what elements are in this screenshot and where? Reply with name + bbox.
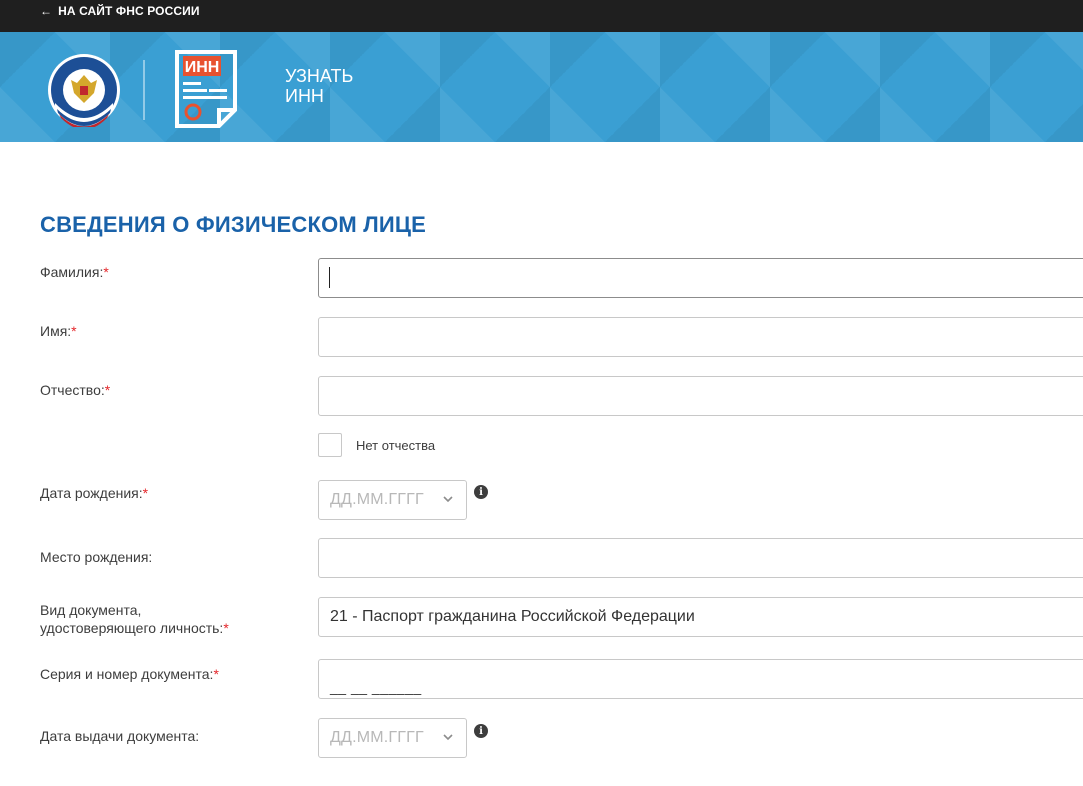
back-link-label: НА САЙТ ФНС РОССИИ xyxy=(58,3,200,18)
birth-place-input[interactable] xyxy=(318,538,1083,578)
doc-number-label: Серия и номер документа:* xyxy=(40,665,219,683)
info-glyph: i xyxy=(479,725,483,737)
doc-type-label-line2: удостоверяющего личность: xyxy=(40,620,224,636)
top-bar: ← НА САЙТ ФНС РОССИИ xyxy=(0,0,1083,32)
patronymic-label-text: Отчество: xyxy=(40,382,105,398)
service-header: ИНН УЗНАТЬ ИНН xyxy=(0,32,1083,142)
birth-date-picker[interactable]: ДД.ММ.ГГГГ xyxy=(318,480,467,520)
required-mark: * xyxy=(213,666,219,682)
name-label: Имя:* xyxy=(40,322,77,340)
birth-date-label-text: Дата рождения: xyxy=(40,485,143,501)
chevron-down-icon xyxy=(443,496,453,503)
back-to-fns-link[interactable]: ← НА САЙТ ФНС РОССИИ xyxy=(40,0,200,21)
service-title-line2: ИНН xyxy=(285,86,324,106)
patronymic-label: Отчество:* xyxy=(40,381,110,399)
no-patronymic-label[interactable]: Нет отчества xyxy=(356,438,435,453)
doc-type-label: Вид документа, удостоверяющего личность:… xyxy=(40,601,229,637)
issue-date-placeholder: ДД.ММ.ГГГГ xyxy=(330,729,424,746)
doc-type-label-line1: Вид документа, xyxy=(40,602,142,618)
doc-number-mask: __ __ ______ xyxy=(330,679,422,695)
birth-place-label: Место рождения: xyxy=(40,548,152,566)
section-title: СВЕДЕНИЯ О ФИЗИЧЕСКОМ ЛИЦЕ xyxy=(40,212,427,237)
doc-number-input[interactable] xyxy=(318,659,1083,699)
name-input[interactable] xyxy=(318,317,1083,357)
chevron-down-icon xyxy=(443,734,453,741)
birth-date-label: Дата рождения:* xyxy=(40,484,148,502)
required-mark: * xyxy=(142,485,149,501)
required-mark: * xyxy=(71,323,77,339)
header-divider xyxy=(143,60,145,120)
required-mark: * xyxy=(104,382,111,398)
inn-document-icon: ИНН xyxy=(175,50,237,128)
service-title: УЗНАТЬ ИНН xyxy=(285,66,353,106)
issue-date-label-text: Дата выдачи документа: xyxy=(40,728,200,744)
surname-label-text: Фамилия: xyxy=(40,264,104,280)
service-title-line1: УЗНАТЬ xyxy=(285,66,354,86)
birth-date-placeholder: ДД.ММ.ГГГГ xyxy=(330,491,424,508)
doc-type-select[interactable]: 21 - Паспорт гражданина Российской Федер… xyxy=(318,597,1083,637)
info-icon[interactable]: i xyxy=(474,485,488,499)
arrow-left-icon: ← xyxy=(40,3,53,18)
issue-date-picker[interactable]: ДД.ММ.ГГГГ xyxy=(318,718,467,758)
patronymic-input[interactable] xyxy=(318,376,1083,416)
issue-date-label: Дата выдачи документа: xyxy=(40,727,199,745)
doc-type-value: 21 - Паспорт гражданина Российской Федер… xyxy=(330,608,695,625)
info-icon[interactable]: i xyxy=(474,724,488,738)
name-label-text: Имя: xyxy=(40,323,72,339)
fns-emblem-icon xyxy=(48,54,120,127)
required-mark: * xyxy=(223,620,229,636)
text-caret xyxy=(329,267,330,288)
birth-place-label-text: Место рождения: xyxy=(40,549,153,565)
no-patronymic-checkbox[interactable] xyxy=(318,433,342,457)
required-mark: * xyxy=(103,264,109,280)
info-glyph: i xyxy=(479,486,483,498)
surname-label: Фамилия:* xyxy=(40,263,109,281)
surname-input[interactable] xyxy=(318,258,1083,298)
doc-icon-text: ИНН xyxy=(185,59,220,76)
doc-number-label-text: Серия и номер документа: xyxy=(40,666,214,682)
